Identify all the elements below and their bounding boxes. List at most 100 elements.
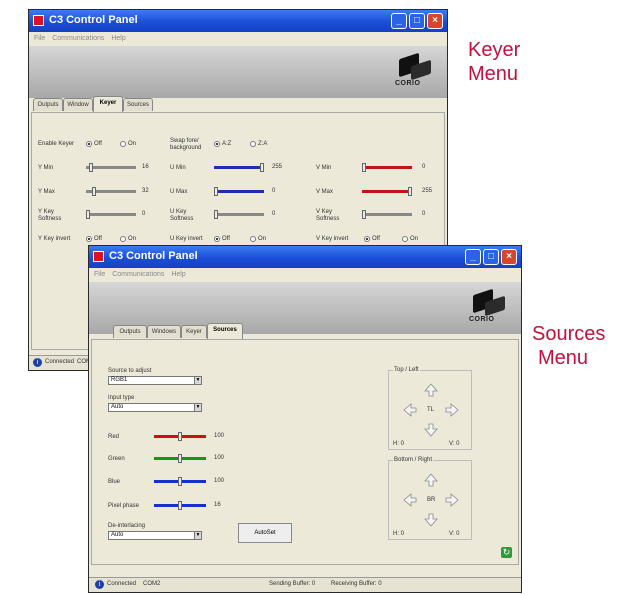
u-softness-slider[interactable] xyxy=(214,210,264,219)
y-invert-label: Y Key invert xyxy=(38,236,71,242)
blue-slider[interactable] xyxy=(154,477,206,486)
v-invert-on-radio[interactable] xyxy=(402,236,408,242)
green-label: Green xyxy=(108,456,125,462)
y-max-slider[interactable] xyxy=(86,187,136,196)
y-invert-off-radio[interactable] xyxy=(86,236,92,242)
blue-label: Blue xyxy=(108,479,121,485)
v-softness-slider[interactable] xyxy=(362,210,412,219)
u-max-slider[interactable] xyxy=(214,187,264,196)
sources-callout: Sources Menu xyxy=(532,322,605,370)
deinterlacing-label: De-interlacing xyxy=(108,523,146,529)
menu-help[interactable]: Help xyxy=(111,35,125,42)
maximize-icon[interactable]: □ xyxy=(409,13,425,29)
slider-thumb[interactable] xyxy=(178,454,182,463)
sources-titlebar[interactable]: C3 Control Panel _ □ × xyxy=(89,246,521,268)
arrow-left-icon[interactable] xyxy=(403,493,417,507)
deinterlacing-value: Auto xyxy=(111,532,124,538)
slider-thumb[interactable] xyxy=(86,210,90,219)
menu-help[interactable]: Help xyxy=(171,271,185,278)
top-left-group: Top / Left TL H: 0 V: 0 xyxy=(388,367,472,450)
menu-communications[interactable]: Communications xyxy=(52,35,104,42)
bottom-right-title: Bottom / Right xyxy=(393,457,434,463)
swap-label-2: background xyxy=(170,145,202,151)
swap-az-radio[interactable] xyxy=(214,141,220,147)
slider-thumb[interactable] xyxy=(214,187,218,196)
slider-thumb[interactable] xyxy=(214,210,218,219)
u-invert-off-radio[interactable] xyxy=(214,236,220,242)
arrow-right-icon[interactable] xyxy=(445,403,459,417)
arrow-down-icon[interactable] xyxy=(424,423,438,437)
y-invert-on-radio[interactable] xyxy=(120,236,126,242)
v-max-slider[interactable] xyxy=(362,187,412,196)
minimize-icon[interactable]: _ xyxy=(465,249,481,265)
menu-file[interactable]: File xyxy=(94,271,105,278)
arrow-down-icon[interactable] xyxy=(424,513,438,527)
keyer-callout-line1: Keyer xyxy=(468,39,521,61)
tab-windows[interactable]: Windows xyxy=(147,325,181,338)
autoset-button[interactable]: AutoSet xyxy=(238,523,292,543)
y-softness-slider[interactable] xyxy=(86,210,136,219)
tab-window[interactable]: Window xyxy=(63,98,93,111)
slider-thumb[interactable] xyxy=(178,477,182,486)
u-invert-on-label: On xyxy=(258,236,267,242)
pixel-phase-slider[interactable] xyxy=(154,501,206,510)
tab-keyer[interactable]: Keyer xyxy=(93,96,123,112)
slider-thumb[interactable] xyxy=(260,163,264,172)
minimize-icon[interactable]: _ xyxy=(391,13,407,29)
slider-thumb[interactable] xyxy=(92,187,96,196)
sources-callout-line1: Sources xyxy=(532,323,606,345)
chevron-down-icon[interactable]: ▼ xyxy=(194,532,201,539)
slider-thumb[interactable] xyxy=(362,163,366,172)
slider-thumb[interactable] xyxy=(89,163,93,172)
maximize-icon[interactable]: □ xyxy=(483,249,499,265)
enable-keyer-on-radio[interactable] xyxy=(120,141,126,147)
y-max-label: Y Max xyxy=(38,189,55,195)
v-min-slider[interactable] xyxy=(362,163,412,172)
u-invert-on-radio[interactable] xyxy=(250,236,256,242)
y-min-value: 16 xyxy=(142,164,149,170)
tab-keyer[interactable]: Keyer xyxy=(181,325,207,338)
chevron-down-icon[interactable]: ▼ xyxy=(194,377,201,384)
tab-outputs[interactable]: Outputs xyxy=(33,98,63,111)
slider-thumb[interactable] xyxy=(178,501,182,510)
tab-sources[interactable]: Sources xyxy=(207,323,243,339)
refresh-icon[interactable]: ↻ xyxy=(501,547,512,558)
v-invert-off-radio[interactable] xyxy=(364,236,370,242)
slider-track xyxy=(86,166,136,169)
arrow-right-icon[interactable] xyxy=(445,493,459,507)
green-slider[interactable] xyxy=(154,454,206,463)
slider-track xyxy=(214,166,264,169)
window-title: C3 Control Panel xyxy=(49,14,138,26)
u-min-slider[interactable] xyxy=(214,163,264,172)
tab-sources[interactable]: Sources xyxy=(123,98,153,111)
source-to-adjust-select[interactable]: RGB1 ▼ xyxy=(108,376,202,385)
y-softness-label-1: Y Key xyxy=(38,209,54,215)
v-min-value: 0 xyxy=(422,164,426,170)
slider-thumb[interactable] xyxy=(408,187,412,196)
close-icon[interactable]: × xyxy=(501,249,517,265)
close-icon[interactable]: × xyxy=(427,13,443,29)
menu-file[interactable]: File xyxy=(34,35,45,42)
y-softness-label-2: Softness xyxy=(38,216,62,222)
arrow-left-icon[interactable] xyxy=(403,403,417,417)
y-min-slider[interactable] xyxy=(86,163,136,172)
enable-keyer-off-radio[interactable] xyxy=(86,141,92,147)
arrow-up-icon[interactable] xyxy=(424,383,438,397)
swap-za-radio[interactable] xyxy=(250,141,256,147)
menu-bar: File Communications Help xyxy=(89,268,521,282)
slider-thumb[interactable] xyxy=(178,432,182,441)
tab-outputs[interactable]: Outputs xyxy=(113,325,147,338)
red-slider[interactable] xyxy=(154,432,206,441)
input-type-select[interactable]: Auto ▼ xyxy=(108,403,202,412)
deinterlacing-select[interactable]: Auto ▼ xyxy=(108,531,202,540)
arrow-up-icon[interactable] xyxy=(424,473,438,487)
v-min-label: V Min xyxy=(316,165,332,171)
chevron-down-icon[interactable]: ▼ xyxy=(194,404,201,411)
blue-value: 100 xyxy=(214,478,225,484)
menu-communications[interactable]: Communications xyxy=(112,271,164,278)
keyer-titlebar[interactable]: C3 Control Panel _ □ × xyxy=(29,10,447,32)
slider-thumb[interactable] xyxy=(362,210,366,219)
bottom-right-h: H: 0 xyxy=(393,531,405,537)
bottom-right-group: Bottom / Right BR H: 0 V: 0 xyxy=(388,457,472,540)
corio-logo: CORIO xyxy=(469,288,509,326)
